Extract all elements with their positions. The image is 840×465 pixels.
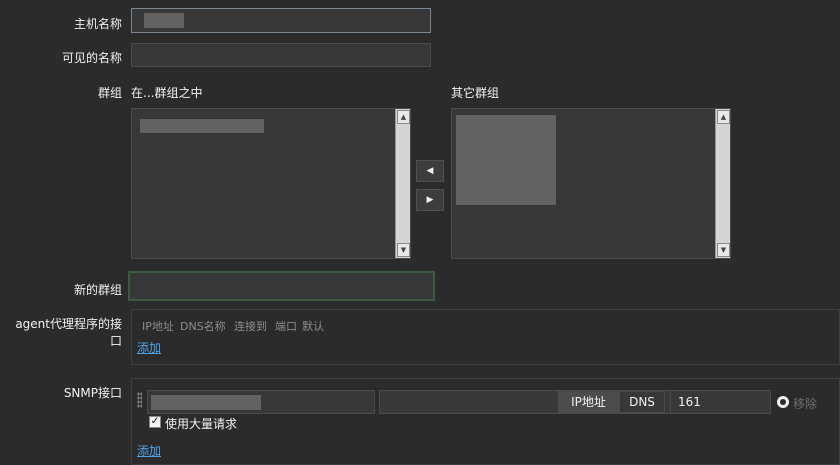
new-group-input[interactable] [128,271,435,301]
snmp-ip-input[interactable] [147,390,375,414]
snmp-add-link[interactable]: 添加 [137,442,161,459]
in-groups-item-redacted[interactable] [140,119,264,133]
in-groups-listbox[interactable]: ▲ ▼ [131,108,411,259]
other-groups-items-redacted[interactable] [456,115,556,205]
agent-col-connect: 连接到 [234,320,267,333]
visible-name-input[interactable] [131,43,431,67]
other-groups-scrollbar[interactable]: ▲ ▼ [715,109,730,258]
drag-handle-icon[interactable] [137,392,142,408]
connect-dns-button[interactable]: DNS [619,391,665,413]
default-radio[interactable] [777,396,789,408]
agent-interface-label: agent代理程序的接口 [15,317,122,348]
agent-col-default: 默认 [302,320,324,333]
host-name-value-redacted [144,13,184,28]
snmp-remove-link[interactable]: 移除 [793,395,817,412]
snmp-ip-value-redacted [151,395,261,410]
move-right-button[interactable]: ▶ [416,189,444,211]
connect-ip-button[interactable]: IP地址 [558,391,619,413]
in-groups-header: 在...群组之中 [131,86,203,100]
in-groups-scrollbar[interactable]: ▲ ▼ [395,109,410,258]
new-group-label: 新的群组 [73,283,122,297]
bulk-requests-checkbox[interactable]: ✓ [149,416,161,428]
other-groups-listbox[interactable]: ▲ ▼ [451,108,731,259]
agent-col-ip: IP地址 [142,320,174,333]
other-groups-header: 其它群组 [451,86,500,100]
host-name-label: 主机名称 [73,17,122,31]
scroll-down-icon[interactable]: ▼ [717,243,730,257]
agent-interface-panel: IP地址 DNS名称 连接到 端口 默认 添加 [131,309,840,365]
bulk-requests-label: 使用大量请求 [165,417,238,431]
scroll-up-icon[interactable]: ▲ [397,110,410,124]
visible-name-label: 可见的名称 [61,51,122,65]
snmp-interface-panel: IP地址 DNS 161 移除 ✓ 使用大量请求 添加 [131,378,840,465]
agent-add-link[interactable]: 添加 [137,339,161,356]
snmp-port-input[interactable]: 161 [670,390,771,414]
scroll-up-icon[interactable]: ▲ [717,110,730,124]
snmp-interface-label: SNMP接口 [63,386,122,400]
groups-label: 群组 [97,86,122,100]
move-left-button[interactable]: ◀ [416,160,444,182]
host-name-input[interactable] [131,8,431,33]
agent-col-port: 端口 [275,320,297,333]
scroll-down-icon[interactable]: ▼ [397,243,410,257]
agent-col-dns: DNS名称 [180,320,226,333]
